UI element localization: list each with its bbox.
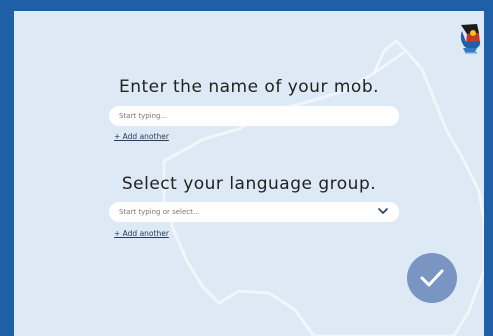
confirm-button[interactable]	[407, 253, 457, 303]
aboriginal-flag-logo	[460, 24, 481, 54]
checkmark-icon	[420, 269, 444, 287]
mob-name-input[interactable]	[119, 112, 389, 120]
add-another-language-link[interactable]: + Add another	[114, 229, 169, 238]
app-frame: Enter the name of your mob. + Add anothe…	[0, 0, 493, 336]
language-group-heading: Select your language group.	[121, 174, 377, 194]
language-group-input[interactable]	[119, 208, 389, 216]
add-another-mob-link[interactable]: + Add another	[114, 132, 169, 141]
chevron-down-icon[interactable]	[377, 205, 389, 217]
mob-name-heading: Enter the name of your mob.	[118, 77, 380, 97]
mob-name-field[interactable]	[109, 106, 399, 126]
main-panel: Enter the name of your mob. + Add anothe…	[14, 11, 484, 336]
language-group-select[interactable]	[109, 202, 399, 222]
